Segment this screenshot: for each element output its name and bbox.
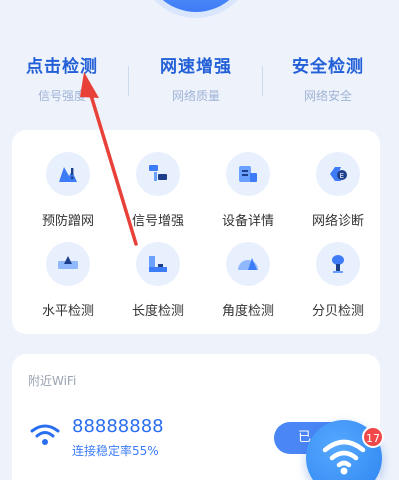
tool-angle-detect[interactable]: 角度检测 <box>202 242 294 322</box>
ruler-icon <box>136 242 180 286</box>
tool-label: 水平检测 <box>41 304 94 319</box>
tool-label: 信号增强 <box>131 214 184 229</box>
stat-divider <box>262 66 263 96</box>
stat-speed-boost[interactable]: 网速增强 网络质量 <box>136 52 256 104</box>
stat-speed-boost-subtitle: 网络质量 <box>171 89 220 103</box>
stat-security-check-title: 安全检测 <box>292 57 364 77</box>
stat-click-detect-title: 点击检测 <box>26 57 98 77</box>
stat-security-check-subtitle: 网络安全 <box>303 89 352 103</box>
tool-label: 预防蹭网 <box>41 214 94 229</box>
stat-click-detect[interactable]: 点击检测 信号强度 <box>2 52 122 104</box>
tool-label: 长度检测 <box>131 304 184 319</box>
notification-badge: 17 <box>362 426 384 448</box>
signal-boost-icon <box>136 152 180 196</box>
stat-click-detect-subtitle: 信号强度 <box>37 89 86 103</box>
tool-label: 设备详情 <box>221 214 274 229</box>
protractor-icon <box>226 242 270 286</box>
wifi-icon <box>322 439 366 475</box>
tool-prevent-leech[interactable]: 预防蹭网 <box>22 152 114 232</box>
tool-network-diagnose[interactable]: E 网络诊断 <box>292 152 384 232</box>
stat-speed-boost-title: 网速增强 <box>160 57 232 77</box>
nearby-wifi-title: 附近WiFi <box>28 374 77 388</box>
tools-card: 预防蹭网 信号增强 设备详情 E 网络诊断 水平检测 长度检测 角度检测 分贝检… <box>12 130 380 334</box>
wifi-icon <box>30 424 60 450</box>
stat-divider <box>128 66 129 96</box>
tool-device-details[interactable]: 设备详情 <box>202 152 294 232</box>
tool-signal-boost[interactable]: 信号增强 <box>112 152 204 232</box>
device-details-icon <box>226 152 270 196</box>
header-stats: 点击检测 信号强度 网速增强 网络质量 安全检测 网络安全 <box>0 52 399 112</box>
tool-level-detect[interactable]: 水平检测 <box>22 242 114 322</box>
tool-decibel-detect[interactable]: 分贝检测 <box>292 242 384 322</box>
tool-label: 分贝检测 <box>311 304 364 319</box>
level-icon <box>46 242 90 286</box>
shield-network-icon <box>46 152 90 196</box>
stat-security-check[interactable]: 安全检测 网络安全 <box>268 52 388 104</box>
tool-label: 网络诊断 <box>311 214 364 229</box>
wifi-network-name[interactable]: 88888888 <box>72 416 164 437</box>
top-gauge-circle[interactable] <box>138 0 254 18</box>
tool-length-detect[interactable]: 长度检测 <box>112 242 204 322</box>
wifi-stability-rate: 连接稳定率55% <box>72 444 159 458</box>
tool-label: 角度检测 <box>221 304 274 319</box>
svg-text:E: E <box>340 172 344 180</box>
network-diagnose-icon: E <box>316 152 360 196</box>
decibel-icon <box>316 242 360 286</box>
